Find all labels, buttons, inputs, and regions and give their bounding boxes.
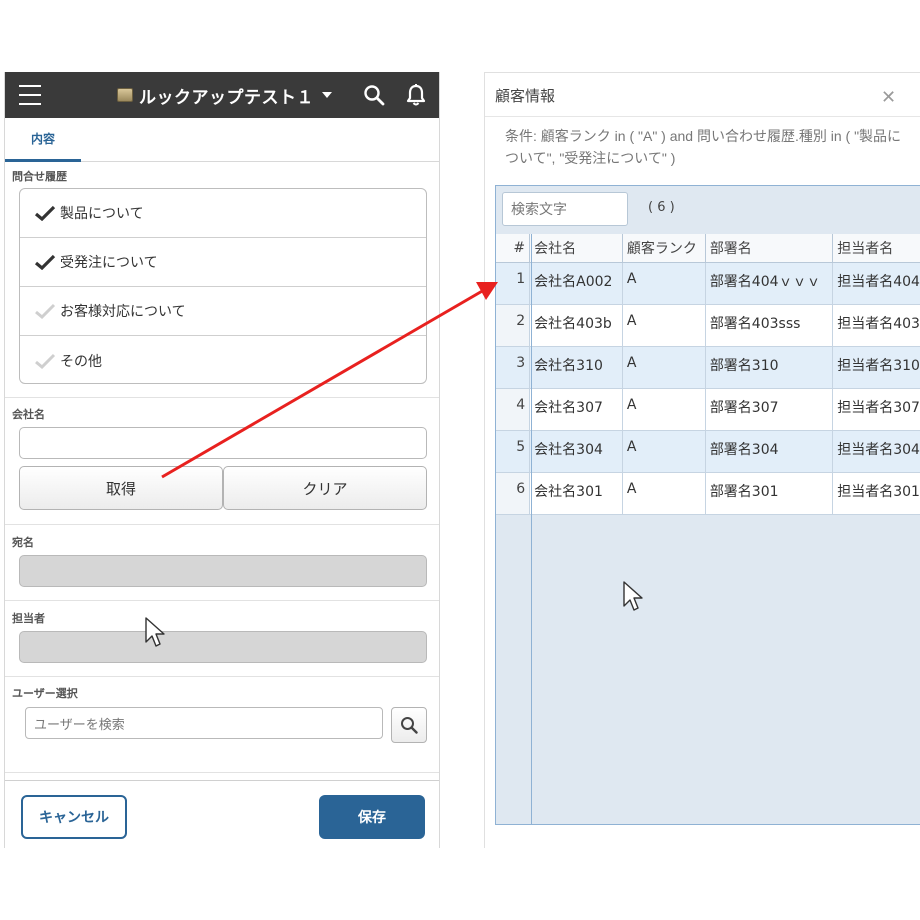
- addressee-field: [19, 555, 427, 587]
- cell-company: 会社名A002: [529, 262, 623, 305]
- row-number: 1: [496, 262, 531, 305]
- cell-rank: A: [622, 430, 706, 473]
- column-header-person[interactable]: 担当者名: [832, 234, 920, 263]
- tab-content[interactable]: 内容: [5, 118, 81, 162]
- row-number: 4: [496, 388, 531, 431]
- cell-company: 会社名307: [529, 388, 623, 431]
- dialog-header: 顧客情報 ✕: [485, 73, 920, 117]
- contact-field: [19, 631, 427, 663]
- checklist-item-product[interactable]: 製品について: [20, 189, 426, 238]
- user-search-input[interactable]: ユーザーを検索: [25, 707, 383, 739]
- app-header-bar: ルックアップテスト１: [5, 72, 439, 118]
- cell-dept: 部署名307: [705, 388, 834, 431]
- checklist-item-label: 受発注について: [60, 254, 158, 270]
- checklist-item-label: 製品について: [60, 205, 144, 221]
- cell-person: 担当者名404: [832, 262, 920, 305]
- row-number: 6: [496, 472, 531, 515]
- company-name-input[interactable]: [19, 427, 427, 459]
- cell-person: 担当者名310: [832, 346, 920, 389]
- table-row[interactable]: 6 会社名301 A 部署名301 担当者名301: [496, 472, 920, 515]
- customer-lookup-dialog: 顧客情報 ✕ 条件: 顧客ランク in ( "A" ) and 問い合わせ履歴.…: [484, 72, 920, 848]
- section-divider: [5, 524, 439, 525]
- row-number: 5: [496, 430, 531, 473]
- table-header-row: # 会社名 顧客ランク 部署名 担当者名: [496, 234, 920, 263]
- row-number: 2: [496, 304, 531, 347]
- customer-grid: 検索文字 ( 6 ) # 会社名 顧客ランク 部署名 担当者名 1 会社名A00…: [495, 185, 920, 825]
- checklist-item-label: その他: [60, 352, 102, 369]
- search-icon[interactable]: [363, 84, 385, 106]
- checkmark-icon: [35, 303, 56, 319]
- inquiry-history-label: 問合せ履歴: [12, 171, 67, 183]
- column-header-rank[interactable]: 顧客ランク: [622, 234, 706, 263]
- cell-rank: A: [622, 346, 706, 389]
- checkmark-icon: [34, 254, 56, 270]
- search-icon: [401, 717, 418, 734]
- table-row[interactable]: 5 会社名304 A 部署名304 担当者名304: [496, 430, 920, 473]
- cell-dept: 部署名301: [705, 472, 834, 515]
- cell-rank: A: [622, 472, 706, 515]
- cell-company: 会社名310: [529, 346, 623, 389]
- checklist-item-order[interactable]: 受発注について: [20, 238, 426, 287]
- inquiry-history-checklist: 製品について 受発注について お客様対応について その他: [19, 188, 427, 384]
- cell-dept: 部署名404ｖｖｖ: [705, 262, 834, 305]
- cell-rank: A: [622, 388, 706, 431]
- row-number: 3: [496, 346, 531, 389]
- get-button[interactable]: 取得: [19, 466, 223, 510]
- form-footer: キャンセル 保存: [5, 780, 439, 848]
- table-row[interactable]: 4 会社名307 A 部署名307 担当者名307: [496, 388, 920, 431]
- clear-button[interactable]: クリア: [223, 466, 427, 510]
- cell-dept: 部署名304: [705, 430, 834, 473]
- app-title-dropdown[interactable]: ルックアップテスト１: [117, 83, 332, 108]
- user-select-label: ユーザー選択: [12, 688, 78, 700]
- cell-rank: A: [622, 262, 706, 305]
- customer-table: # 会社名 顧客ランク 部署名 担当者名 1 会社名A002 A 部署名404ｖ…: [496, 234, 920, 515]
- mouse-cursor-icon: [145, 617, 165, 647]
- cell-person: 担当者名301: [832, 472, 920, 515]
- cell-dept: 部署名403sss: [705, 304, 834, 347]
- table-row[interactable]: 3 会社名310 A 部署名310 担当者名310: [496, 346, 920, 389]
- cell-company: 会社名304: [529, 430, 623, 473]
- checkmark-icon: [34, 205, 56, 221]
- app-logo-icon: [117, 88, 133, 102]
- section-divider: [5, 397, 439, 398]
- save-button[interactable]: 保存: [319, 795, 425, 839]
- cell-company: 会社名403b: [529, 304, 623, 347]
- addressee-label: 宛名: [12, 537, 34, 549]
- section-divider: [5, 600, 439, 601]
- table-row[interactable]: 2 会社名403b A 部署名403sss 担当者名403: [496, 304, 920, 347]
- cell-person: 担当者名307: [832, 388, 920, 431]
- dialog-title: 顧客情報: [495, 88, 556, 105]
- result-count: ( 6 ): [648, 200, 675, 215]
- cell-person: 担当者名403: [832, 304, 920, 347]
- section-divider: [5, 772, 439, 773]
- grid-search-input[interactable]: 検索文字: [502, 192, 628, 226]
- column-header-dept[interactable]: 部署名: [705, 234, 834, 263]
- grid-toolbar: 検索文字 ( 6 ): [496, 186, 920, 234]
- chevron-down-icon: [322, 92, 332, 98]
- cell-person: 担当者名304: [832, 430, 920, 473]
- table-row[interactable]: 1 会社名A002 A 部署名404ｖｖｖ 担当者名404: [496, 262, 920, 305]
- section-divider: [5, 676, 439, 677]
- contact-label: 担当者: [12, 613, 45, 625]
- checklist-item-other[interactable]: その他: [20, 336, 426, 383]
- cancel-button[interactable]: キャンセル: [21, 795, 127, 839]
- checklist-item-label: お客様対応について: [60, 303, 186, 319]
- tab-bar: 内容: [5, 118, 439, 162]
- company-name-label: 会社名: [12, 409, 45, 421]
- cell-dept: 部署名310: [705, 346, 834, 389]
- column-header-num[interactable]: #: [496, 234, 531, 263]
- mouse-cursor-icon: [623, 581, 643, 611]
- checklist-item-customer-service[interactable]: お客様対応について: [20, 287, 426, 336]
- filter-condition-text: 条件: 顧客ランク in ( "A" ) and 問い合わせ履歴.種別 in (…: [505, 128, 902, 166]
- cell-company: 会社名301: [529, 472, 623, 515]
- bell-icon[interactable]: [405, 83, 427, 107]
- cell-rank: A: [622, 304, 706, 347]
- mobile-form-panel: ルックアップテスト１ 内容 問合せ履歴 製品について 受発注について お客様対応…: [4, 72, 440, 848]
- hamburger-menu-icon[interactable]: [19, 85, 41, 105]
- column-header-company[interactable]: 会社名: [529, 234, 623, 263]
- checkmark-icon: [35, 353, 56, 369]
- user-search-button[interactable]: [391, 707, 427, 743]
- close-icon[interactable]: ✕: [881, 87, 896, 108]
- app-title: ルックアップテスト１: [139, 87, 314, 108]
